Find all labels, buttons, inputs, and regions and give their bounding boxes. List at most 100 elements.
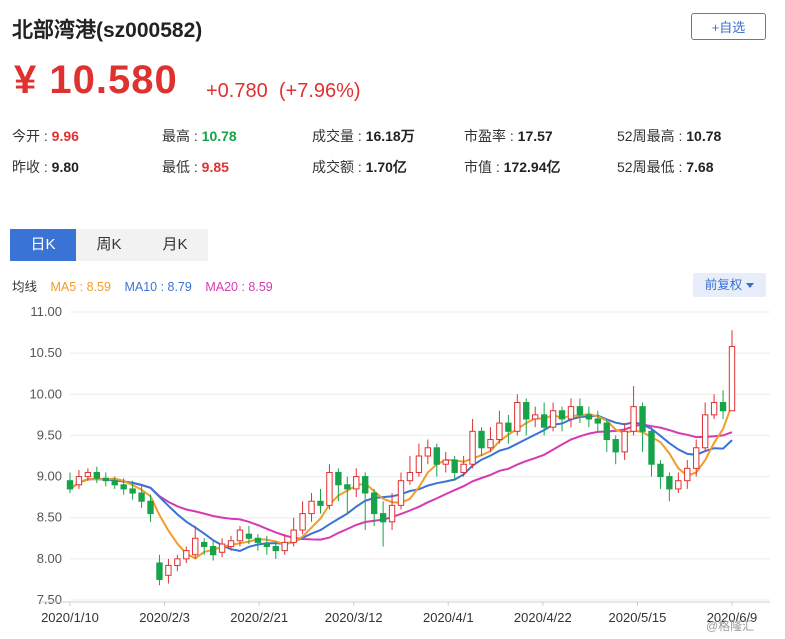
y-tick-label: 9.50 <box>37 427 62 442</box>
x-tick-label: 2020/3/12 <box>325 610 383 625</box>
change-amount: +0.780 <box>206 80 268 102</box>
candle-body <box>558 410 566 420</box>
price-adjust-dropdown[interactable]: 前复权 <box>693 273 766 297</box>
tab-monthly-k[interactable]: 月K <box>142 229 208 261</box>
x-tick-label: 2020/2/21 <box>230 610 288 625</box>
candle-body <box>648 430 655 465</box>
candle-body <box>102 477 109 482</box>
stat-market-cap: 市值 : 172.94亿 <box>464 159 561 175</box>
tab-daily-k[interactable]: 日K <box>10 229 76 261</box>
period-tabs: 日K 周K 月K <box>10 229 208 261</box>
candle-body <box>576 406 584 416</box>
candle-body <box>684 467 691 482</box>
add-to-watchlist-button[interactable]: +自选 <box>691 13 766 40</box>
candle-body <box>701 414 709 449</box>
y-tick-label: 11.00 <box>30 304 62 319</box>
candle-body <box>540 414 548 428</box>
candle-body <box>612 439 619 453</box>
candle-body <box>603 422 610 441</box>
candle-body <box>415 455 423 473</box>
candle-body <box>156 562 163 580</box>
ma-legend-label: 均线 <box>12 280 38 294</box>
candle-body <box>66 480 74 490</box>
candle-body <box>362 476 369 494</box>
candle-body <box>451 459 458 473</box>
stock-title: 北部湾港(sz000582) <box>12 19 203 42</box>
y-tick-label: 10.00 <box>29 386 62 401</box>
stat-pe: 市盈率 : 17.57 <box>464 128 553 144</box>
candle-body <box>478 430 485 449</box>
candle-body <box>621 430 628 453</box>
candle-body <box>442 459 449 465</box>
candle-body <box>147 500 154 515</box>
candle-body <box>397 480 405 506</box>
kline-chart: 11.00 10.50 10.00 9.50 9.00 8.50 8.00 7.50 2020/… <box>29 304 770 625</box>
candle-body <box>567 406 575 420</box>
candle-body <box>388 504 396 523</box>
x-tick-label: 2020/4/1 <box>423 610 474 625</box>
candle-body <box>514 402 521 432</box>
price-adjust-label: 前复权 <box>704 278 743 292</box>
candle-body <box>84 471 92 478</box>
candle-body <box>693 447 700 469</box>
candle-body <box>308 500 315 515</box>
y-tick-label: 7.50 <box>37 592 62 607</box>
candle-body <box>370 492 378 515</box>
ma-legend: 均线 MA5 : 8.59 MA10 : 8.79 MA20 : 8.59 <box>12 276 283 295</box>
stat-open: 今开 : 9.96 <box>12 128 79 144</box>
candle-body <box>192 537 199 556</box>
candle-body <box>299 513 306 531</box>
chevron-down-icon <box>746 283 755 289</box>
candle-body <box>657 463 664 478</box>
candle-body <box>93 471 101 479</box>
candle-body <box>245 533 253 539</box>
candle-body <box>209 546 217 556</box>
candle-body <box>532 414 539 420</box>
candle-body <box>227 540 235 548</box>
x-tick-label: 2020/4/22 <box>514 610 572 625</box>
candle-body <box>639 406 646 432</box>
x-tick-label: 2020/1/10 <box>41 610 99 625</box>
candle-body <box>469 430 476 465</box>
candle-body <box>666 476 673 490</box>
ma5-legend: MA5 : 8.59 <box>50 280 111 294</box>
candle-body <box>719 402 727 412</box>
candle-body <box>174 558 181 566</box>
candle-body <box>496 422 503 441</box>
candle-body <box>487 439 494 449</box>
candle-body <box>675 480 682 490</box>
y-tick-label: 10.50 <box>29 345 62 360</box>
candle-body <box>424 447 432 457</box>
candle-body <box>281 541 288 552</box>
stat-turnover: 成交额 : 1.70亿 <box>312 159 407 175</box>
stat-low: 最低 : 9.85 <box>162 159 229 175</box>
candle-body <box>728 346 736 412</box>
candle-body <box>138 492 145 502</box>
candle-body <box>317 500 324 506</box>
candle-body <box>379 513 387 523</box>
candle-body <box>218 543 226 553</box>
stat-52w-high: 52周最高 : 10.78 <box>617 128 722 144</box>
candle-body <box>433 447 440 465</box>
candle-body <box>353 476 360 490</box>
ma10-legend: MA10 : 8.79 <box>124 280 192 294</box>
watermark: @格隆汇 <box>706 619 755 633</box>
candle-body <box>183 550 190 560</box>
candle-body <box>505 422 512 432</box>
candle-body <box>344 484 351 490</box>
tab-weekly-k[interactable]: 周K <box>76 229 142 261</box>
candle-body <box>111 480 118 486</box>
candle-body <box>549 410 557 428</box>
candle-body <box>335 471 342 486</box>
candle-body <box>201 541 208 548</box>
candle-body <box>290 529 297 543</box>
candle-body <box>75 476 83 486</box>
y-tick-label: 8.00 <box>37 551 62 566</box>
stat-high: 最高 : 10.78 <box>162 128 237 144</box>
y-tick-label: 9.00 <box>37 469 62 484</box>
candle-body <box>523 402 530 420</box>
x-tick-label: 2020/5/15 <box>609 610 667 625</box>
candle-body <box>254 537 262 543</box>
candle-body <box>272 546 279 552</box>
x-tick-label: 2020/2/3 <box>139 610 190 625</box>
